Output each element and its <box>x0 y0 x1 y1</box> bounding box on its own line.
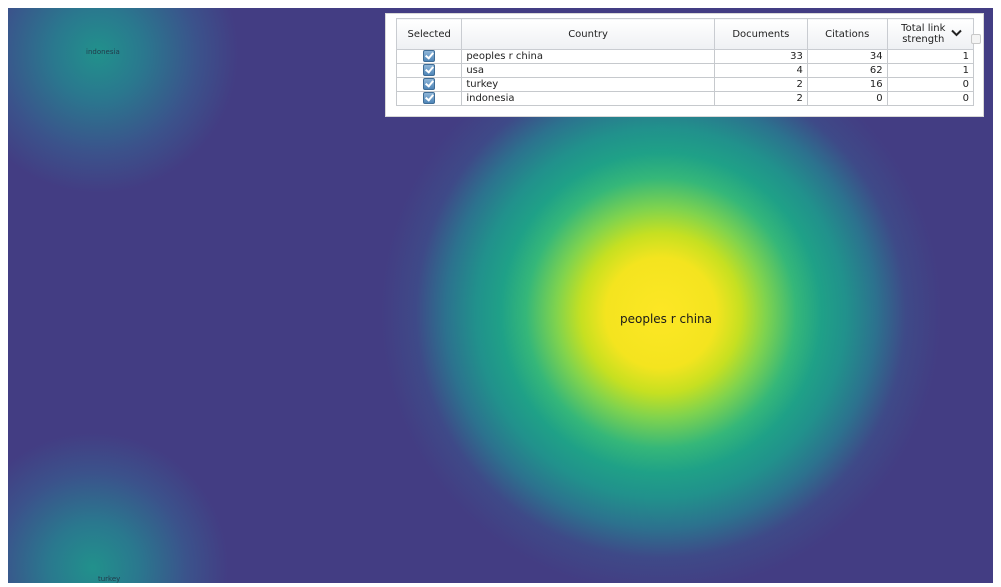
row-country: usa <box>461 63 715 78</box>
header-total-link-strength-label: Total link strength <box>901 23 946 45</box>
row-documents: 33 <box>713 49 808 64</box>
table-row[interactable]: indonesia 2 0 0 <box>395 91 975 106</box>
row-selected-cell[interactable] <box>395 49 463 64</box>
map-label-peoples-r-china[interactable]: peoples r china <box>620 312 712 326</box>
row-documents: 4 <box>713 63 808 78</box>
header-citations[interactable]: Citations <box>806 18 888 50</box>
header-total-link-strength[interactable]: Total link strength <box>886 18 975 50</box>
table-row[interactable]: usa 4 62 1 <box>395 63 975 78</box>
chevron-down-icon[interactable] <box>951 29 962 40</box>
row-citations: 34 <box>806 49 888 64</box>
header-country-label: Country <box>568 28 608 40</box>
header-documents[interactable]: Documents <box>713 18 808 50</box>
row-citations: 0 <box>806 91 888 106</box>
window-frame: indonesia peoples r china turkey Selecte… <box>0 0 1001 587</box>
row-selected-cell[interactable] <box>395 63 463 78</box>
header-documents-label: Documents <box>732 28 790 40</box>
header-country[interactable]: Country <box>461 18 715 50</box>
row-country: indonesia <box>461 91 715 106</box>
row-country: turkey <box>461 77 715 92</box>
table-row[interactable]: turkey 2 16 0 <box>395 77 975 92</box>
row-selected-cell[interactable] <box>395 77 463 92</box>
map-label-indonesia[interactable]: indonesia <box>86 48 120 56</box>
row-total-link-strength: 0 <box>886 91 975 106</box>
header-selected[interactable]: Selected <box>395 18 463 50</box>
table-row[interactable]: peoples r china 33 34 1 <box>395 49 975 64</box>
row-total-link-strength: 1 <box>886 49 975 64</box>
row-country: peoples r china <box>461 49 715 64</box>
row-checkbox[interactable] <box>423 50 436 62</box>
row-checkbox[interactable] <box>423 64 436 76</box>
panel-corner-icon[interactable] <box>971 34 981 44</box>
row-documents: 2 <box>713 91 808 106</box>
row-documents: 2 <box>713 77 808 92</box>
header-citations-label: Citations <box>825 28 870 40</box>
row-checkbox[interactable] <box>423 78 436 90</box>
row-citations: 16 <box>806 77 888 92</box>
table-header-row: Selected Country Documents Citations Tot… <box>395 18 975 50</box>
row-checkbox[interactable] <box>423 92 436 104</box>
country-table: Selected Country Documents Citations Tot… <box>395 18 975 106</box>
country-table-panel: Selected Country Documents Citations Tot… <box>386 14 983 116</box>
row-total-link-strength: 1 <box>886 63 975 78</box>
row-selected-cell[interactable] <box>395 91 463 106</box>
map-label-turkey[interactable]: turkey <box>98 575 120 583</box>
row-citations: 62 <box>806 63 888 78</box>
header-selected-label: Selected <box>407 28 451 40</box>
row-total-link-strength: 0 <box>886 77 975 92</box>
